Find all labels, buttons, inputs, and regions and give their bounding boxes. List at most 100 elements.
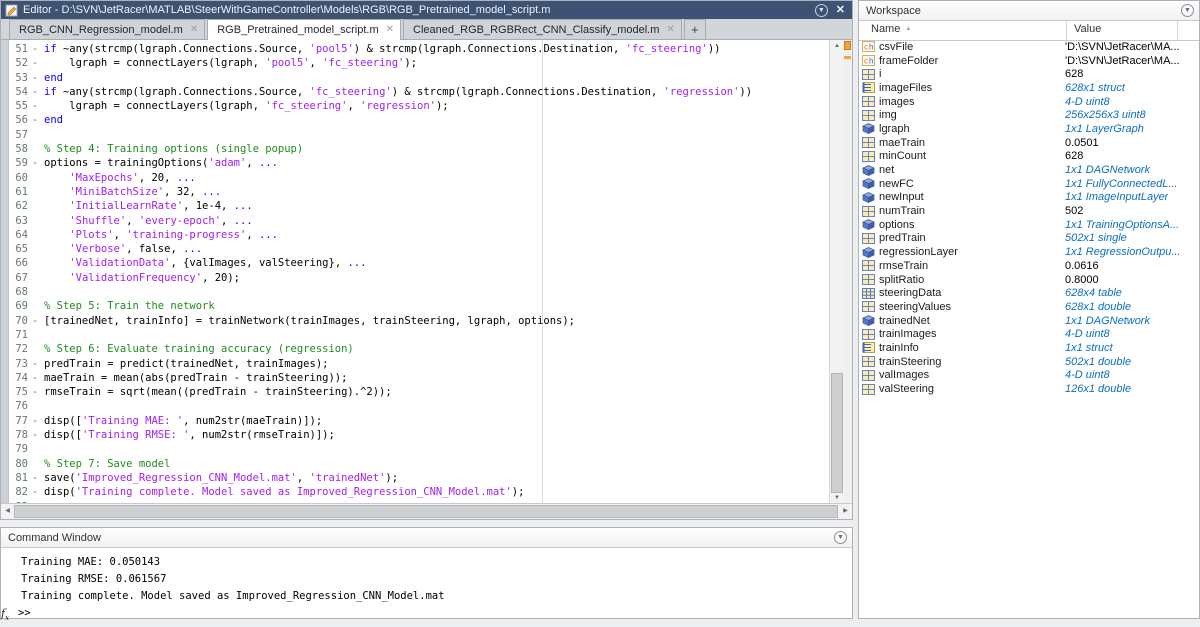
editor-menu-icon[interactable]: ▼	[815, 4, 828, 17]
exec-dash: -	[28, 314, 42, 328]
code-line-66[interactable]: 66 'ValidationData', {valImages, valStee…	[1, 256, 830, 270]
workspace-row-i[interactable]: i628	[859, 67, 1199, 81]
horizontal-scroll-thumb[interactable]	[14, 505, 838, 518]
code-line-55[interactable]: 55- lgraph = connectLayers(lgraph, 'fc_s…	[1, 99, 830, 113]
workspace-row-imageFiles[interactable]: imageFiles628x1 struct	[859, 81, 1199, 95]
code-line-75[interactable]: 75-rmseTrain = sqrt(mean((predTrain - tr…	[1, 385, 830, 399]
code-line-73[interactable]: 73-predTrain = predict(trainedNet, train…	[1, 357, 830, 371]
workspace-row-csvFile[interactable]: chcsvFile'D:\SVN\JetRacer\MA...	[859, 40, 1199, 54]
code-line-79[interactable]: 79	[1, 442, 830, 456]
workspace-row-rmseTrain[interactable]: rmseTrain0.0616	[859, 259, 1199, 273]
code-line-67[interactable]: 67 'ValidationFrequency', 20);	[1, 271, 830, 285]
workspace-row-net[interactable]: net1x1 DAGNetwork	[859, 163, 1199, 177]
editor-horizontal-scrollbar[interactable]: ◀ ▶	[1, 503, 852, 519]
code-line-65[interactable]: 65 'Verbose', false, ...	[1, 242, 830, 256]
code-line-57[interactable]: 57	[1, 128, 830, 142]
tab-close-icon[interactable]: ✕	[386, 25, 394, 35]
tab-close-icon[interactable]: ✕	[666, 25, 674, 35]
code-line-60[interactable]: 60 'MaxEpochs', 20, ...	[1, 171, 830, 185]
workspace-menu-icon[interactable]: ▼	[1181, 4, 1194, 17]
code-analyzer-strip	[844, 40, 852, 504]
command-prompt[interactable]: >>	[18, 607, 31, 619]
workspace-row-frameFolder[interactable]: chframeFolder'D:\SVN\JetRacer\MA...	[859, 54, 1199, 68]
workspace-row-img[interactable]: img256x256x3 uint8	[859, 108, 1199, 122]
workspace-row-trainedNet[interactable]: trainedNet1x1 DAGNetwork	[859, 314, 1199, 328]
code-segment: 'fc_steering'	[626, 43, 708, 55]
code-line-53[interactable]: 53-end	[1, 71, 830, 85]
object-variable-icon	[862, 219, 875, 230]
line-number: 68	[1, 285, 28, 299]
exec-dash: -	[28, 471, 42, 485]
code-line-72[interactable]: 72% Step 6: Evaluate training accuracy (…	[1, 342, 830, 356]
code-line-58[interactable]: 58% Step 4: Training options (single pop…	[1, 142, 830, 156]
code-line-68[interactable]: 68	[1, 285, 830, 299]
code-line-52[interactable]: 52- lgraph = connectLayers(lgraph, 'pool…	[1, 56, 830, 70]
line-number: 67	[1, 271, 28, 285]
workspace-row-splitRatio[interactable]: splitRatio0.8000	[859, 273, 1199, 287]
workspace-row-valImages[interactable]: valImages4-D uint8	[859, 369, 1199, 383]
workspace-row-maeTrain[interactable]: maeTrain0.0501	[859, 136, 1199, 150]
editor-tab-1[interactable]: RGB_CNN_Regression_model.m✕	[9, 19, 205, 39]
scroll-up-arrow-icon[interactable]: ▲	[830, 40, 844, 52]
tab-close-icon[interactable]: ✕	[190, 25, 198, 35]
code-line-80[interactable]: 80% Step 7: Save model	[1, 457, 830, 471]
variable-name: numTrain	[879, 205, 1064, 217]
code-line-56[interactable]: 56-end	[1, 113, 830, 127]
workspace-row-options[interactable]: options1x1 TrainingOptionsA...	[859, 218, 1199, 232]
column-header-value[interactable]: Value	[1066, 21, 1177, 40]
code-line-82[interactable]: 82-disp('Training complete. Model saved …	[1, 485, 830, 499]
editor-close-icon[interactable]: ✕	[836, 5, 845, 16]
workspace-variable-list: chcsvFile'D:\SVN\JetRacer\MA...chframeFo…	[859, 40, 1199, 618]
workspace-row-valSteering[interactable]: valSteering126x1 double	[859, 382, 1199, 396]
scroll-right-arrow-icon[interactable]: ▶	[839, 504, 852, 519]
workspace-row-steeringValues[interactable]: steeringValues628x1 double	[859, 300, 1199, 314]
command-output-line: Training MAE: 0.050143	[21, 554, 852, 571]
code-line-69[interactable]: 69% Step 5: Train the network	[1, 299, 830, 313]
code-line-74[interactable]: 74-maeTrain = mean(abs(predTrain - train…	[1, 371, 830, 385]
code-line-71[interactable]: 71	[1, 328, 830, 342]
new-tab-button[interactable]: +	[684, 19, 706, 39]
code-segment	[44, 243, 69, 255]
code-line-78[interactable]: 78-disp(['Training RMSE: ', num2str(rmse…	[1, 428, 830, 442]
line-number: 82	[1, 485, 28, 499]
analyzer-status-indicator[interactable]	[844, 41, 851, 50]
workspace-row-trainImages[interactable]: trainImages4-D uint8	[859, 327, 1199, 341]
code-line-62[interactable]: 62 'InitialLearnRate', 1e-4, ...	[1, 199, 830, 213]
code-editor[interactable]: 51-if ~any(strcmp(lgraph.Connections.Sou…	[1, 40, 830, 504]
code-line-54[interactable]: 54-if ~any(strcmp(lgraph.Connections.Sou…	[1, 85, 830, 99]
code-line-61[interactable]: 61 'MiniBatchSize', 32, ...	[1, 185, 830, 199]
code-line-76[interactable]: 76	[1, 399, 830, 413]
command-window-menu-icon[interactable]: ▼	[834, 531, 847, 544]
code-line-64[interactable]: 64 'Plots', 'training-progress', ...	[1, 228, 830, 242]
editor-tab-2[interactable]: RGB_Pretrained_model_script.m✕	[207, 19, 401, 40]
workspace-row-trainInfo[interactable]: trainInfo1x1 struct	[859, 341, 1199, 355]
workspace-row-numTrain[interactable]: numTrain502	[859, 204, 1199, 218]
code-line-51[interactable]: 51-if ~any(strcmp(lgraph.Connections.Sou…	[1, 42, 830, 56]
code-line-77[interactable]: 77-disp(['Training MAE: ', num2str(maeTr…	[1, 414, 830, 428]
analyzer-warning-marker[interactable]	[844, 56, 851, 59]
line-number: 69	[1, 299, 28, 313]
editor-vertical-scrollbar[interactable]: ▲ ▼	[829, 40, 844, 504]
code-line-70[interactable]: 70-[trainedNet, trainInfo] = trainNetwor…	[1, 314, 830, 328]
code-segment: ,	[347, 100, 360, 112]
scroll-left-arrow-icon[interactable]: ◀	[1, 504, 14, 519]
variable-value: 'D:\SVN\JetRacer\MA...	[1065, 41, 1180, 53]
command-prompt-row[interactable]: fx >>	[18, 605, 852, 622]
workspace-row-predTrain[interactable]: predTrain502x1 single	[859, 232, 1199, 246]
command-window-content[interactable]: Training MAE: 0.050143Training RMSE: 0.0…	[1, 548, 852, 622]
workspace-row-steeringData[interactable]: steeringData628x4 table	[859, 286, 1199, 300]
workspace-row-images[interactable]: images4-D uint8	[859, 95, 1199, 109]
workspace-row-trainSteering[interactable]: trainSteering502x1 double	[859, 355, 1199, 369]
workspace-row-newInput[interactable]: newInput1x1 ImageInputLayer	[859, 191, 1199, 205]
editor-tab-3[interactable]: Cleaned_RGB_RGBRect_CNN_Classify_model.m…	[403, 19, 682, 39]
fx-icon[interactable]: fx	[1, 605, 9, 627]
code-line-81[interactable]: 81-save('Improved_Regression_CNN_Model.m…	[1, 471, 830, 485]
code-line-59[interactable]: 59-options = trainingOptions('adam', ...	[1, 156, 830, 170]
workspace-row-lgraph[interactable]: lgraph1x1 LayerGraph	[859, 122, 1199, 136]
workspace-row-regressionLayer[interactable]: regressionLayer1x1 RegressionOutpu...	[859, 245, 1199, 259]
workspace-row-minCount[interactable]: minCount628	[859, 150, 1199, 164]
workspace-row-newFC[interactable]: newFC1x1 FullyConnectedL...	[859, 177, 1199, 191]
code-line-63[interactable]: 63 'Shuffle', 'every-epoch', ...	[1, 214, 830, 228]
vertical-scroll-thumb[interactable]	[831, 373, 843, 493]
column-header-name[interactable]: Name▲	[859, 21, 1066, 40]
